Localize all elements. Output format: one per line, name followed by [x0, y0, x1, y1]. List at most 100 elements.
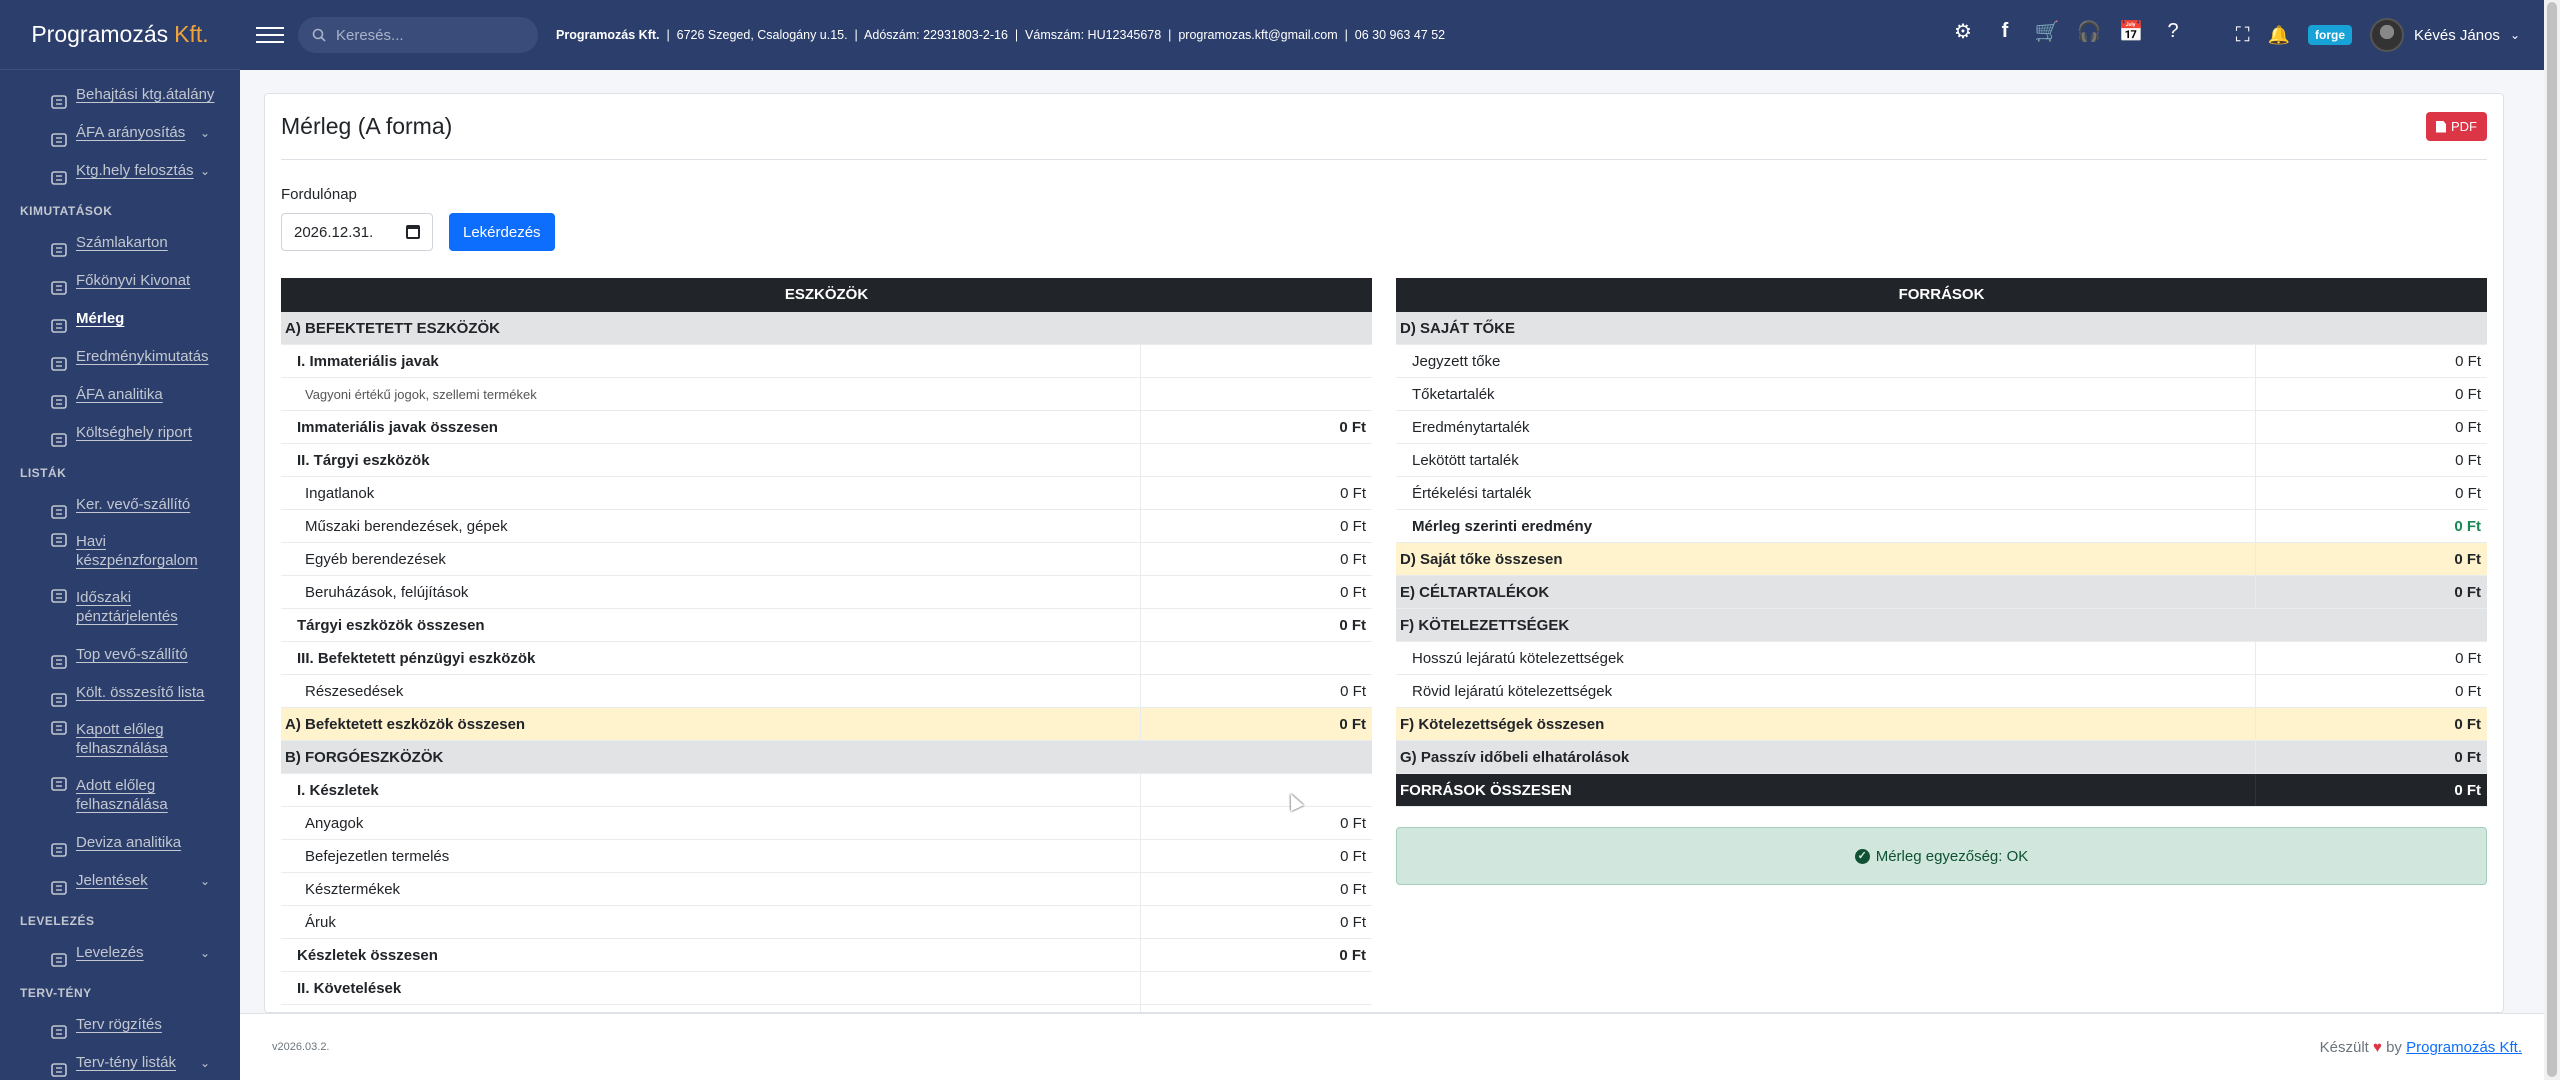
row-value: 0 Ft: [1140, 675, 1372, 707]
scrollbar-thumb[interactable]: [2547, 2, 2557, 1077]
support-icon[interactable]: 🎧: [2077, 20, 2102, 43]
row-value: 0 Ft: [1140, 510, 1372, 542]
row-label: Befejezetlen termelés: [305, 848, 450, 865]
table-row: Hosszú lejáratú kötelezettségek 0 Ft: [1396, 642, 2487, 675]
menu-toggle-icon[interactable]: [256, 22, 284, 48]
bell-icon[interactable]: 🔔: [2268, 25, 2290, 46]
row-label: Vagyoni értékű jogok, szellemi termékek: [305, 387, 537, 402]
user-menu[interactable]: Kévés János ⌄: [2370, 18, 2520, 52]
sidebar-item[interactable]: Terv rögzítés: [0, 1006, 240, 1044]
liabilities-header: FORRÁSOK: [1396, 278, 2487, 312]
table-row: Egyéb berendezések 0 Ft: [281, 543, 1372, 576]
table-row: Vagyoni értékű jogok, szellemi termékek: [281, 378, 1372, 411]
calendar-icon[interactable]: [406, 225, 420, 239]
sidebar-item[interactable]: Eredménykimutatás: [0, 338, 240, 376]
sidebar-item[interactable]: Behajtási ktg.átalány: [0, 76, 240, 114]
sidebar-section-header: TERV-TÉNY: [20, 986, 92, 1000]
calendar-icon[interactable]: 📅: [2119, 20, 2144, 43]
sidebar-item[interactable]: Számlakarton: [0, 224, 240, 262]
row-value: 0 Ft: [1140, 807, 1372, 839]
row-value: [1140, 444, 1372, 476]
row-value: 0 Ft: [2255, 345, 2487, 377]
sidebar-item[interactable]: Időszaki pénztárjelentés: [0, 580, 240, 636]
sidebar-item-label: Főkönyvi Kivonat: [76, 272, 191, 289]
sidebar-item[interactable]: Adott előleg felhasználása: [0, 768, 240, 824]
row-value: 0 Ft: [1140, 576, 1372, 608]
file-icon: [50, 235, 68, 257]
sidebar-item[interactable]: Terv-tény listák ⌄: [0, 1044, 240, 1080]
row-label: A) Befektetett eszközök összesen: [285, 716, 526, 733]
chart-icon: [50, 1055, 68, 1077]
query-button[interactable]: Lekérdezés: [449, 213, 555, 251]
table-row: E) CÉLTARTALÉKOK 0 Ft: [1396, 576, 2487, 609]
cart-icon[interactable]: 🛒: [2035, 20, 2060, 43]
table-row: D) Saját tőke összesen 0 Ft: [1396, 543, 2487, 576]
brand-logo[interactable]: Programozás Kft.: [0, 0, 240, 70]
sidebar-item[interactable]: Ktg.hely felosztás ⌄: [0, 152, 240, 190]
sidebar-item[interactable]: Top vevő-szállító: [0, 636, 240, 674]
company-link[interactable]: Programozás Kft.: [2406, 1039, 2522, 1056]
user-name: Kévés János: [2414, 26, 2500, 44]
money-icon: [50, 532, 68, 548]
table-row: F) KÖTELEZETTSÉGEK: [1396, 609, 2487, 642]
columns-icon: [50, 311, 68, 333]
sidebar-item[interactable]: Költséghely riport: [0, 414, 240, 452]
row-value: 0 Ft: [1140, 477, 1372, 509]
table-row: Késztermékek 0 Ft: [281, 873, 1372, 906]
forge-badge[interactable]: forge: [2308, 25, 2353, 45]
row-label: III. Befektetett pénzügyi eszközök: [297, 650, 536, 667]
credit: Készült ♥ by Programozás Kft.: [2320, 1039, 2522, 1056]
percent-icon: [50, 125, 68, 147]
table-row: Értékelési tartalék 0 Ft: [1396, 477, 2487, 510]
sidebar-item[interactable]: Jelentések ⌄: [0, 862, 240, 900]
filter-form: Fordulónap 2026.12.31. Lekérdezés: [265, 160, 2503, 251]
brand-accent: Kft.: [174, 21, 209, 47]
table-row: Immateriális javak összesen 0 Ft: [281, 411, 1372, 444]
chevron-down-icon: ⌄: [199, 1056, 210, 1070]
fullscreen-icon[interactable]: ⛶: [2236, 24, 2250, 47]
share-icon: [50, 163, 68, 185]
sidebar-item[interactable]: Kapott előleg felhasználása: [0, 712, 240, 768]
row-value: 0 Ft: [2255, 708, 2487, 740]
sidebar-item-label: Eredménykimutatás: [76, 348, 209, 365]
help-icon[interactable]: ?: [2162, 20, 2184, 42]
date-input[interactable]: 2026.12.31.: [281, 213, 433, 251]
sidebar-item[interactable]: Havi készpénzforgalom: [0, 524, 240, 580]
row-label: Lekötött tartalék: [1412, 452, 1519, 469]
row-value: 0 Ft: [1140, 939, 1372, 971]
sidebar-section-header: LEVELEZÉS: [20, 914, 95, 928]
sidebar-item[interactable]: Ker. vevő-szállító: [0, 486, 240, 524]
row-value: 0 Ft: [2255, 642, 2487, 674]
sidebar-item-label: Terv-tény listák: [76, 1054, 177, 1071]
row-label: Tárgyi eszközök összesen: [297, 617, 485, 634]
sidebar-item[interactable]: Mérleg: [0, 300, 240, 338]
sidebar-item[interactable]: ÁFA analitika: [0, 376, 240, 414]
sidebar-item-label: Adott előleg felhasználása: [76, 777, 168, 813]
footer: v2026.03.2. Készült ♥ by Programozás Kft…: [240, 1013, 2544, 1080]
table-row: F) Kötelezettségek összesen 0 Ft: [1396, 708, 2487, 741]
sidebar-item[interactable]: Deviza analitika: [0, 824, 240, 862]
settings-icon[interactable]: ⚙: [1952, 20, 1974, 43]
card-header: Mérleg (A forma) PDF: [281, 94, 2487, 160]
pdf-button[interactable]: PDF: [2426, 112, 2487, 141]
sidebar-item-label: Havi készpénzforgalom: [76, 533, 198, 569]
by-text: by: [2386, 1038, 2402, 1056]
row-label: D) SAJÁT TŐKE: [1400, 320, 1516, 337]
row-value: 0 Ft: [1140, 543, 1372, 575]
sidebar-item[interactable]: Főkönyvi Kivonat: [0, 262, 240, 300]
sidebar-item[interactable]: Költ. összesítő lista: [0, 674, 240, 712]
row-label: Értékelési tartalék: [1412, 485, 1532, 502]
row-label: Vevők: [281, 1005, 1140, 1012]
search-input[interactable]: [336, 26, 516, 44]
scrollbar[interactable]: [2544, 0, 2560, 1080]
sidebar-item-label: Ktg.hely felosztás: [76, 162, 194, 179]
row-label: B) FORGÓESZKÖZÖK: [285, 749, 444, 766]
sidebar-item-label: Behajtási ktg.átalány: [76, 86, 215, 103]
search-box[interactable]: [298, 17, 538, 53]
sidebar-item[interactable]: ÁFA arányosítás ⌄: [0, 114, 240, 152]
sidebar-item[interactable]: Levelezés ⌄: [0, 934, 240, 972]
row-value: 0 Ft: [1140, 411, 1372, 443]
facebook-icon[interactable]: f: [1994, 20, 2016, 42]
trophy-icon: [50, 647, 68, 669]
sidebar: Programozás Kft. Behajtási ktg.átalány ÁF…: [0, 0, 240, 1080]
